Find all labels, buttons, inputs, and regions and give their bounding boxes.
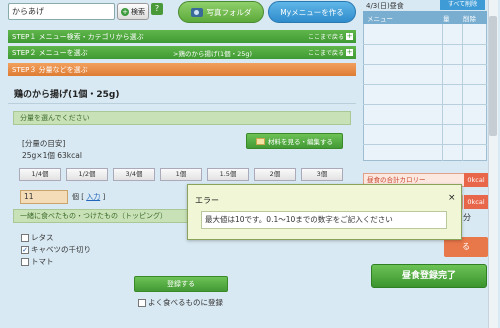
checkbox[interactable] (21, 257, 29, 266)
guide-label: [分量の目安] (22, 139, 66, 148)
calorie-value: 0kcal (464, 195, 488, 209)
clear-all-button[interactable]: すべて削除 (440, 0, 485, 10)
portion-buttons: 1/4個 1/2個 3/4個 1個 1.5個 2個 3個 (19, 168, 343, 181)
my-menu-label: Myメニューを作る (280, 7, 344, 17)
guide-value: 25g×1個 63kcal (22, 151, 82, 160)
register-button[interactable]: 登録する (134, 276, 228, 292)
step-1-label: STEP１ メニュー検索・カテゴリから選ぶ (12, 32, 144, 41)
meal-date: 4/3(日)昼食 (366, 2, 404, 10)
step-2-bar[interactable]: STEP２ メニューを選ぶ >鶏のから揚げ(1個・25g) ここまで戻る + (8, 46, 356, 59)
my-menu-button[interactable]: Myメニューを作る (268, 1, 356, 23)
column-header: 量 (443, 15, 450, 23)
plus-icon: + (121, 7, 129, 16)
action-button[interactable]: る (444, 237, 488, 257)
enter-link[interactable]: 入力 (86, 193, 100, 201)
step-2-back[interactable]: ここまで戻る + (308, 48, 356, 57)
checkbox[interactable] (138, 298, 146, 307)
meal-table (363, 11, 487, 161)
error-message: 最大値は10です。0.1～10までの数字をご記入ください (201, 211, 447, 229)
portion-button[interactable]: 1個 (160, 168, 202, 181)
step-1-bar[interactable]: STEP１ メニュー検索・カテゴリから選ぶ ここまで戻る + (8, 30, 356, 43)
checkbox[interactable] (21, 233, 29, 242)
portion-button[interactable]: 1/2個 (66, 168, 108, 181)
topping-item[interactable]: レタス (21, 232, 54, 243)
calorie-value: 0kcal (464, 173, 488, 187)
divider (363, 84, 487, 85)
divider (363, 124, 487, 125)
topping-label: レタス (31, 233, 54, 242)
close-icon[interactable]: × (448, 193, 456, 203)
food-title: 鶏のから揚げ(1個・25g) (14, 90, 120, 100)
help-button[interactable]: ? (151, 3, 163, 15)
search-input[interactable]: からあげ (8, 3, 115, 20)
book-icon (256, 137, 265, 145)
favorite-label: よく食べるものに登録 (148, 298, 223, 307)
dialog-title: エラー (195, 196, 219, 205)
topping-label: キャベツの千切り (31, 245, 91, 254)
portion-button[interactable]: 3/4個 (113, 168, 155, 181)
divider (363, 144, 487, 145)
favorite-option[interactable]: よく食べるものに登録 (138, 297, 223, 308)
complete-lunch-button[interactable]: 昼食登録完了 (371, 264, 487, 288)
divider (8, 103, 356, 104)
amount-section-heading: 分量を選んでください (13, 111, 351, 125)
unit-label: 個 (72, 193, 79, 201)
amount-input[interactable]: 11 (20, 190, 68, 204)
portion-button[interactable]: 2個 (254, 168, 296, 181)
step-3-label: STEP３ 分量などを選ぶ (12, 65, 88, 74)
view-materials-button[interactable]: 材料を見る・編集する (246, 133, 343, 149)
step-3-bar: STEP３ 分量などを選ぶ (8, 63, 356, 76)
column-header: メニュー (367, 15, 393, 23)
view-materials-label: 材料を見る・編集する (268, 138, 333, 146)
plus-icon: + (346, 48, 353, 56)
topping-item[interactable]: トマト (21, 256, 54, 267)
divider (363, 64, 487, 65)
photo-folder-label: 写真フォルダ (206, 7, 252, 17)
portion-button[interactable]: 3個 (301, 168, 343, 181)
meal-table-header: メニュー 量 削除 (363, 11, 487, 24)
checkbox[interactable]: ✓ (21, 245, 29, 254)
divider (363, 44, 487, 45)
search-button[interactable]: + 検索 (117, 3, 149, 20)
photo-folder-button[interactable]: 写真フォルダ (178, 1, 264, 23)
column-header: 削除 (463, 15, 476, 23)
step-2-label: STEP２ メニューを選ぶ (12, 48, 88, 57)
topping-label: トマト (31, 257, 54, 266)
camera-icon (190, 7, 203, 17)
enter-amount[interactable]: 個 [ 入力 ] (72, 192, 105, 202)
scrollbar-thumb[interactable] (489, 16, 497, 136)
step-2-selected: >鶏のから揚げ(1個・25g) (173, 49, 253, 58)
portion-button[interactable]: 1.5個 (207, 168, 249, 181)
topping-item[interactable]: ✓ キャベツの千切り (21, 244, 91, 255)
unit-fragment: 分 (463, 213, 471, 222)
plus-icon: + (346, 32, 353, 40)
divider (363, 104, 487, 105)
search-button-label: 検索 (131, 7, 145, 16)
step-1-back[interactable]: ここまで戻る + (308, 32, 356, 41)
portion-button[interactable]: 1/4個 (19, 168, 61, 181)
